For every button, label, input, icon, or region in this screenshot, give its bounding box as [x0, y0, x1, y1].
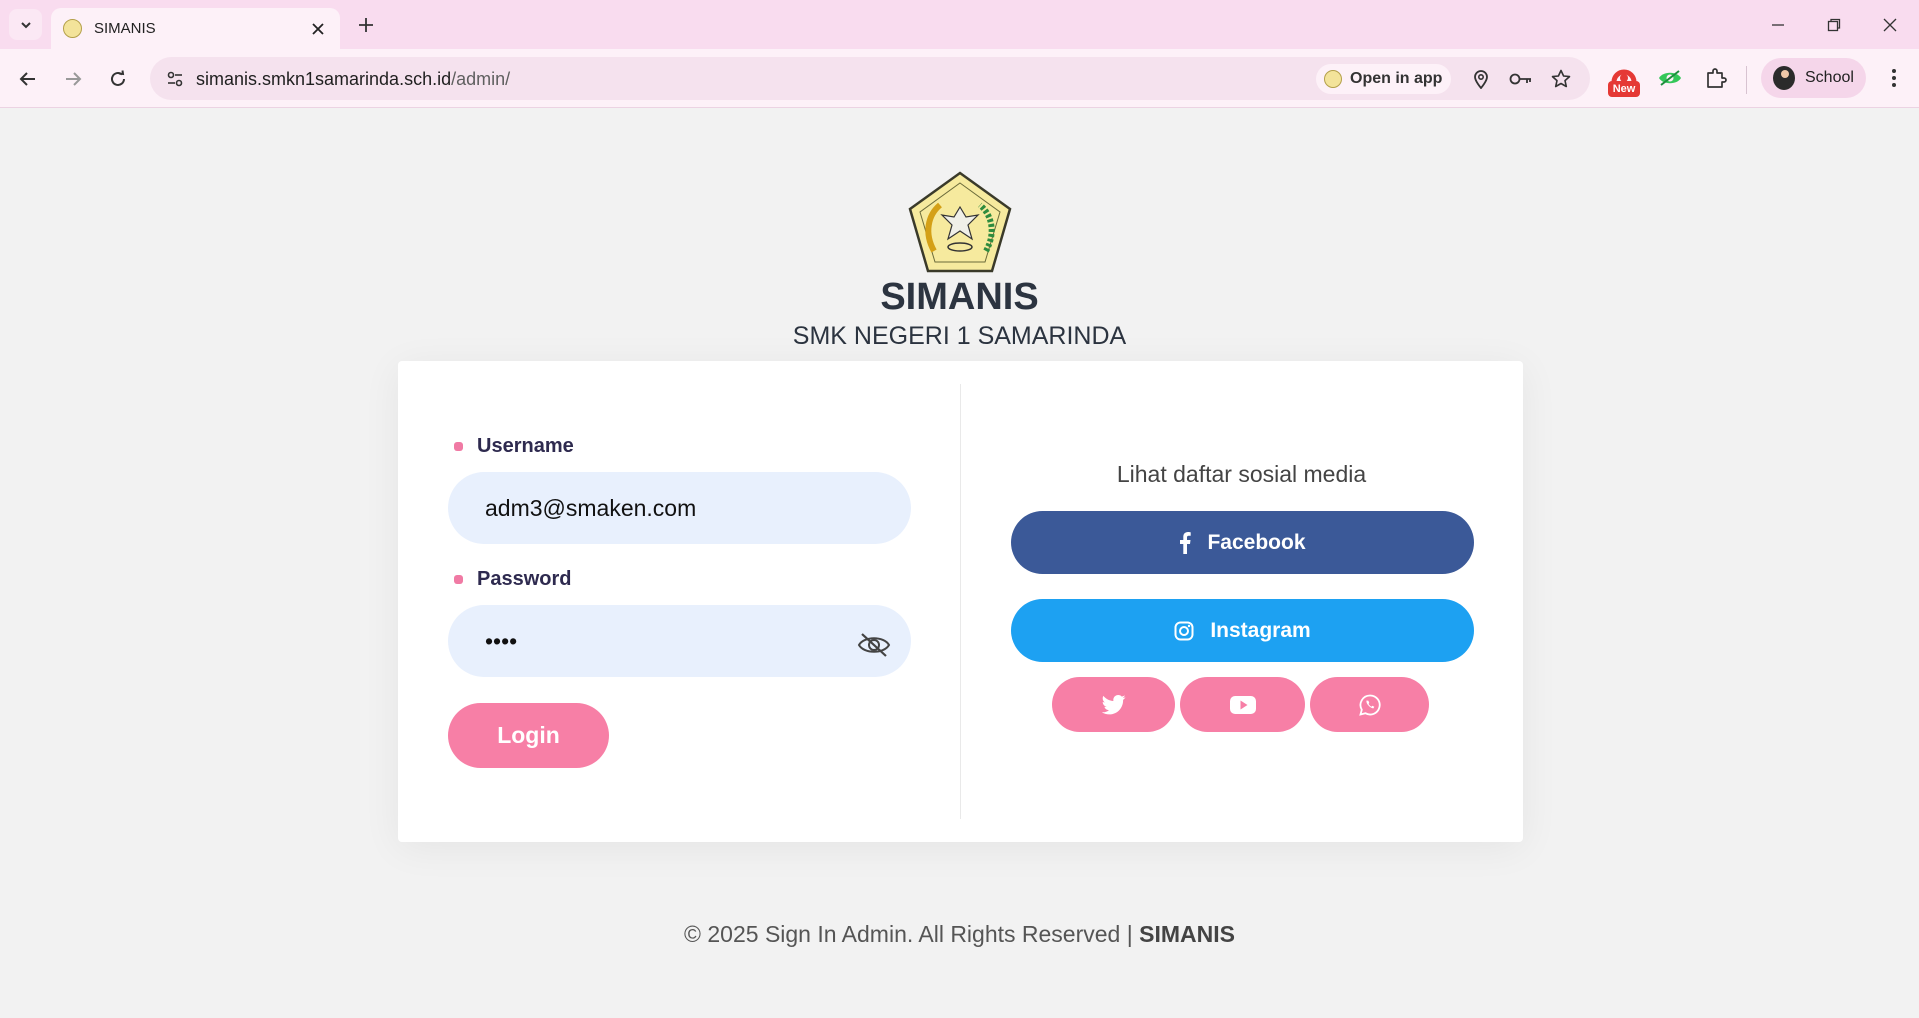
- profile-button[interactable]: School: [1761, 58, 1866, 98]
- star-icon: [1551, 69, 1571, 88]
- extensions-button[interactable]: [1700, 62, 1732, 94]
- page-subtitle: SMK NEGERI 1 SAMARINDA: [792, 322, 1127, 350]
- footer-brand: SIMANIS: [1139, 921, 1235, 947]
- tab-search-button[interactable]: [9, 9, 42, 40]
- back-button[interactable]: [13, 64, 43, 94]
- facebook-label: Facebook: [1207, 530, 1306, 554]
- profile-name: School: [1805, 69, 1854, 86]
- location-button[interactable]: [1468, 66, 1494, 92]
- school-logo-icon: [908, 171, 1012, 273]
- key-icon: [1509, 73, 1531, 85]
- school-logo-favicon-icon: [63, 19, 82, 38]
- reload-button[interactable]: [103, 64, 133, 94]
- chevron-down-icon: [20, 21, 31, 28]
- new-badge: New: [1608, 81, 1640, 97]
- browser-tab[interactable]: SIMANIS: [51, 8, 340, 49]
- minimize-icon: [1772, 24, 1784, 26]
- arrow-right-icon: [66, 72, 82, 86]
- green-eye-icon: [1659, 70, 1681, 86]
- username-label: Username: [477, 435, 574, 457]
- reload-icon: [111, 70, 125, 86]
- tab-title: SIMANIS: [94, 20, 156, 37]
- footer: © 2025 Sign In Admin. All Rights Reserve…: [0, 921, 1919, 948]
- close-window-button[interactable]: [1876, 12, 1904, 38]
- toggle-password-visibility-button[interactable]: [856, 629, 892, 661]
- location-pin-icon: [1474, 70, 1488, 89]
- facebook-button[interactable]: Facebook: [1011, 511, 1474, 574]
- card-divider: [960, 384, 961, 819]
- bookmark-button[interactable]: [1548, 66, 1574, 92]
- instagram-icon: [1174, 621, 1194, 640]
- youtube-icon: [1229, 695, 1256, 714]
- more-vertical-icon: [1892, 69, 1896, 87]
- open-in-app-button[interactable]: Open in app: [1316, 64, 1451, 94]
- page-title: SIMANIS: [880, 276, 1039, 318]
- restore-icon: [1827, 18, 1841, 32]
- password-label-row: Password: [454, 568, 571, 591]
- browser-menu-button[interactable]: [1880, 63, 1908, 93]
- twitter-icon: [1101, 694, 1125, 714]
- extension-eye-button[interactable]: [1654, 62, 1686, 94]
- toolbar-divider: [1746, 66, 1747, 94]
- footer-text: © 2025 Sign In Admin. All Rights Reserve…: [684, 921, 1140, 947]
- instagram-label: Instagram: [1210, 618, 1311, 642]
- login-button[interactable]: Login: [448, 703, 609, 768]
- restore-button[interactable]: [1820, 12, 1848, 38]
- bullet-icon: [454, 575, 463, 584]
- eye-off-icon: [857, 633, 891, 657]
- address-bar[interactable]: simanis.smkn1samarinda.sch.id/admin/ Ope…: [150, 57, 1590, 100]
- arrow-left-icon: [19, 72, 35, 86]
- site-info-button[interactable]: [160, 64, 190, 94]
- avatar: [1773, 66, 1795, 90]
- forward-button[interactable]: [58, 64, 88, 94]
- facebook-icon: [1180, 531, 1192, 554]
- new-tab-button[interactable]: [352, 12, 380, 38]
- password-input[interactable]: [448, 605, 911, 677]
- puzzle-icon: [1707, 68, 1727, 88]
- password-key-button[interactable]: [1508, 66, 1534, 92]
- plus-icon: [359, 18, 373, 32]
- url-text[interactable]: simanis.smkn1samarinda.sch.id/admin/: [196, 69, 510, 90]
- browser-tab-bar: SIMANIS: [0, 0, 1919, 49]
- tune-icon: [167, 71, 183, 87]
- twitter-button[interactable]: [1052, 677, 1175, 732]
- username-label-row: Username: [454, 435, 574, 458]
- bullet-icon: [454, 442, 463, 451]
- username-input[interactable]: [448, 472, 911, 544]
- instagram-button[interactable]: Instagram: [1011, 599, 1474, 662]
- url-path: /admin/: [451, 69, 511, 89]
- open-in-app-label: Open in app: [1350, 70, 1443, 87]
- close-icon: [312, 22, 324, 35]
- login-card: Username Password Login Lihat daftar sos…: [398, 361, 1523, 842]
- tab-close-button[interactable]: [308, 19, 328, 39]
- whatsapp-icon: [1358, 694, 1381, 716]
- app-logo-icon: [1324, 70, 1342, 88]
- youtube-button[interactable]: [1180, 677, 1305, 732]
- close-icon: [1883, 18, 1897, 32]
- whatsapp-button[interactable]: [1310, 677, 1429, 732]
- minimize-button[interactable]: [1764, 12, 1792, 38]
- password-label: Password: [477, 568, 572, 590]
- social-heading: Lihat daftar sosial media: [1116, 461, 1367, 487]
- url-host: simanis.smkn1samarinda.sch.id: [196, 69, 452, 89]
